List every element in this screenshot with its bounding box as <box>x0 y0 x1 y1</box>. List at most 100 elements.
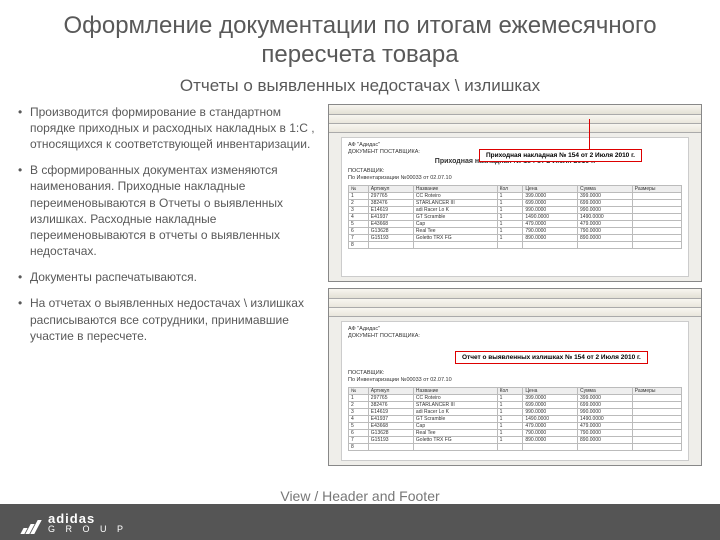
table-cell: STARLANCER III <box>413 401 497 408</box>
table-cell: 5 <box>349 220 369 227</box>
table-cell <box>578 241 633 248</box>
table-cell: 699.0000 <box>578 401 633 408</box>
table-cell: 699.0000 <box>578 199 633 206</box>
table-header-row: № Артикул Название Кол Цена Сумма Размер… <box>349 387 682 394</box>
table-cell: E43668 <box>368 422 413 429</box>
table-cell: 8 <box>349 241 369 248</box>
table-cell: 699.0000 <box>523 401 578 408</box>
table-cell <box>497 241 523 248</box>
table-cell: adi Racer Lo K <box>413 206 497 213</box>
app-toolbar <box>329 308 701 317</box>
table-cell: 382476 <box>368 401 413 408</box>
col-name: Название <box>413 387 497 394</box>
table-cell: 1 <box>497 429 523 436</box>
table-row: 1297765CC Roteiro1399.0000399.0000 <box>349 394 682 401</box>
table-cell <box>368 241 413 248</box>
screenshot-2: Отчет о выявленных излишках № 154 от 2 И… <box>328 288 702 466</box>
table-cell <box>632 443 681 450</box>
table-cell: 6 <box>349 227 369 234</box>
table-cell <box>632 199 681 206</box>
table-row: 1297765CC Roteiro1399.0000399.0000 <box>349 192 682 199</box>
table-cell: GT Scramble <box>413 213 497 220</box>
col-article: Артикул <box>368 387 413 394</box>
table-cell: Goletto TRX FG <box>413 436 497 443</box>
table-row: 7G15193Goletto TRX FG1890.0000890.0000 <box>349 234 682 241</box>
table-header-row: № Артикул Название Кол Цена Сумма Размер… <box>349 185 682 192</box>
table-cell: 1 <box>497 394 523 401</box>
footer-hint: View / Header and Footer <box>0 488 720 504</box>
table-cell: 890.0000 <box>578 234 633 241</box>
screenshot-1: Приходная накладная № 154 от 2 Июля 2010… <box>328 104 702 282</box>
col-sizes: Размеры <box>632 387 681 394</box>
col-name: Название <box>413 185 497 192</box>
table-cell: 790.0000 <box>523 429 578 436</box>
app-toolbar <box>329 299 701 308</box>
app-toolbar <box>329 115 701 124</box>
table-cell <box>413 443 497 450</box>
table-row: 5E43668Cap1479.0000479.0000 <box>349 422 682 429</box>
table-row: 8 <box>349 443 682 450</box>
supplier-label: ПОСТАВЩИК: <box>348 168 682 174</box>
items-table: № Артикул Название Кол Цена Сумма Размер… <box>348 387 682 451</box>
table-cell: adi Racer Lo K <box>413 408 497 415</box>
table-cell: CC Roteiro <box>413 394 497 401</box>
table-cell <box>632 213 681 220</box>
table-cell <box>497 443 523 450</box>
table-cell: 479.0000 <box>523 422 578 429</box>
table-cell: 297765 <box>368 192 413 199</box>
table-cell: STARLANCER III <box>413 199 497 206</box>
table-cell: 399.0000 <box>578 394 633 401</box>
table-row: 3E14619adi Racer Lo K1990.0000990.0000 <box>349 408 682 415</box>
table-cell: 1 <box>497 192 523 199</box>
document-page: АФ "Адидас" ДОКУМЕНТ ПОСТАВЩИКА: ПОСТАВЩ… <box>341 321 689 461</box>
col-article: Артикул <box>368 185 413 192</box>
table-cell: E14619 <box>368 408 413 415</box>
table-cell: E41937 <box>368 415 413 422</box>
supplier-label: ПОСТАВЩИК: <box>348 370 682 376</box>
table-cell: 2 <box>349 199 369 206</box>
bullet-item: Документы распечатываются. <box>18 269 316 285</box>
table-row: 4E41937GT Scramble11490.00001490.0000 <box>349 213 682 220</box>
table-cell: 990.0000 <box>523 408 578 415</box>
table-row: 8 <box>349 241 682 248</box>
table-cell: G15193 <box>368 436 413 443</box>
table-cell <box>523 241 578 248</box>
table-cell <box>632 394 681 401</box>
main-content: Производится формирование в стандартном … <box>0 104 720 472</box>
table-cell: 1 <box>497 401 523 408</box>
table-cell: 1 <box>497 199 523 206</box>
col-qty: Кол <box>497 185 523 192</box>
table-row: 4E41937GT Scramble11490.00001490.0000 <box>349 415 682 422</box>
table-cell: 297765 <box>368 394 413 401</box>
table-cell: 990.0000 <box>578 408 633 415</box>
table-cell <box>632 220 681 227</box>
table-cell <box>632 227 681 234</box>
table-row: 7G15193Goletto TRX FG1890.0000890.0000 <box>349 436 682 443</box>
company-label: АФ "Адидас" <box>348 326 682 332</box>
table-cell <box>523 443 578 450</box>
page-subtitle: Отчеты о выявленных недостачах \ излишка… <box>0 72 720 104</box>
table-cell: 479.0000 <box>578 220 633 227</box>
table-cell: 1490.0000 <box>578 415 633 422</box>
table-cell: Real Tee <box>413 227 497 234</box>
table-cell: 890.0000 <box>578 436 633 443</box>
table-cell: 399.0000 <box>578 192 633 199</box>
items-table: № Артикул Название Кол Цена Сумма Размер… <box>348 185 682 249</box>
table-cell: 1 <box>349 394 369 401</box>
table-cell: 399.0000 <box>523 394 578 401</box>
table-row: 6G13628Real Tee1790.0000790.0000 <box>349 429 682 436</box>
adidas-icon <box>22 520 42 534</box>
screenshots-column: Приходная накладная № 154 от 2 Июля 2010… <box>328 104 702 472</box>
table-row: 3E14619adi Racer Lo K1990.0000990.0000 <box>349 206 682 213</box>
table-cell: E41937 <box>368 213 413 220</box>
table-cell: 1 <box>349 192 369 199</box>
callout-box: Приходная накладная № 154 от 2 Июля 2010… <box>479 149 642 162</box>
col-qty: Кол <box>497 387 523 394</box>
table-cell: 890.0000 <box>523 436 578 443</box>
table-cell <box>368 443 413 450</box>
table-cell: 479.0000 <box>578 422 633 429</box>
table-row: 2382476STARLANCER III1699.0000699.0000 <box>349 199 682 206</box>
table-cell <box>578 443 633 450</box>
table-cell: 1 <box>497 234 523 241</box>
table-cell: 7 <box>349 234 369 241</box>
